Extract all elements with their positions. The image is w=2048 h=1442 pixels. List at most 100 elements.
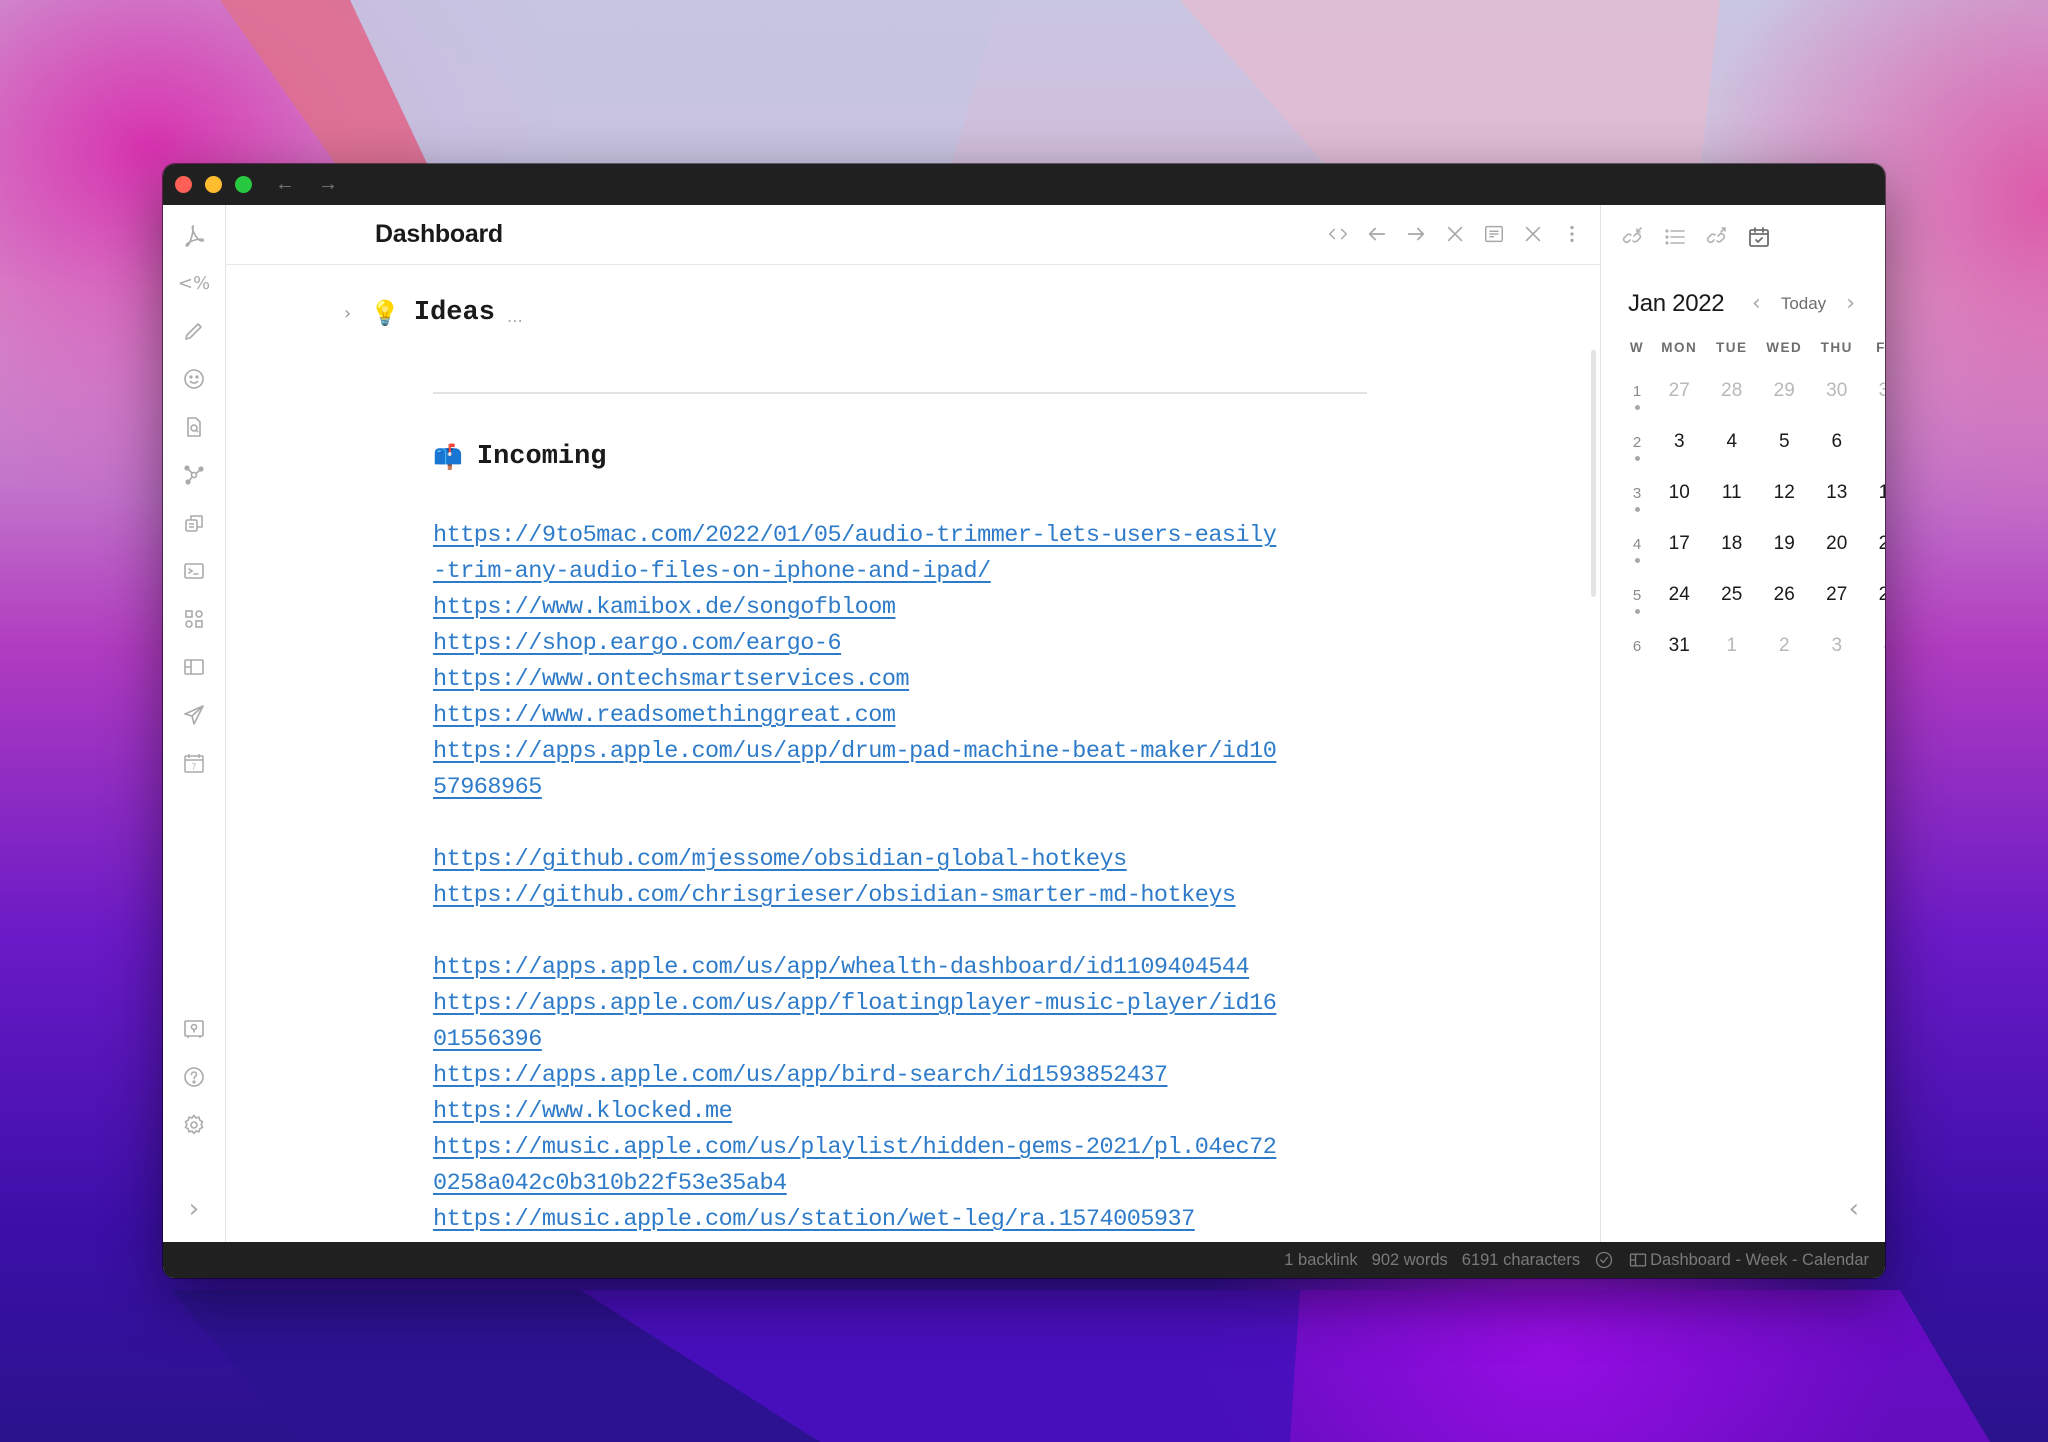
copy-pages-icon[interactable]	[182, 511, 206, 535]
apps-grid-icon[interactable]	[182, 607, 206, 631]
backlinks-icon[interactable]	[1619, 223, 1647, 251]
week-number[interactable]: 4	[1621, 528, 1653, 563]
calendar-day[interactable]: 31	[1863, 375, 1885, 402]
close-window-button[interactable]	[175, 176, 192, 193]
reading-view-icon[interactable]	[1481, 221, 1506, 246]
calendar-day[interactable]: 21	[1863, 528, 1885, 555]
terminal-icon[interactable]	[182, 559, 206, 583]
url-link[interactable]: https://shop.eargo.com/eargo-6	[433, 626, 1373, 662]
back-arrow-icon[interactable]	[1364, 221, 1389, 246]
calendar-day[interactable]: 3	[1811, 630, 1864, 657]
note-content[interactable]: › 💡 Ideas … 📫 Incoming https://9to5mac.c…	[226, 265, 1600, 1242]
calendar-day[interactable]: 29	[1758, 375, 1811, 402]
url-link[interactable]: https://music.apple.com/us/station/wet-l…	[433, 1202, 1373, 1238]
file-search-icon[interactable]	[182, 415, 206, 439]
url-link[interactable]: 57968965	[433, 770, 1373, 806]
url-link[interactable]: https://www.klocked.me	[433, 1094, 1373, 1130]
url-link[interactable]: -trim-any-audio-files-on-iphone-and-ipad…	[433, 554, 1373, 590]
week-number[interactable]: 2	[1621, 426, 1653, 461]
calendar-day[interactable]: 27	[1811, 579, 1864, 606]
workspace-layout-label: Dashboard - Week - Calendar	[1650, 1250, 1869, 1269]
next-month-button[interactable]: ›	[1846, 291, 1855, 316]
url-link[interactable]: 01556396	[433, 1022, 1373, 1058]
code-icon[interactable]	[1325, 221, 1350, 246]
url-link[interactable]: https://www.kamibox.de/songofbloom	[433, 590, 1373, 626]
week-number[interactable]: 1	[1621, 375, 1653, 410]
fold-chevron-icon[interactable]: ›	[344, 303, 362, 324]
close-pane-icon[interactable]	[1520, 221, 1545, 246]
template-percent-icon[interactable]: <%	[178, 271, 210, 295]
today-button[interactable]: Today	[1781, 294, 1826, 314]
url-link[interactable]: https://www.ontechsmartservices.com	[433, 662, 1373, 698]
weekday-header: FRI	[1876, 340, 1885, 355]
calendar-day[interactable]: 20	[1811, 528, 1864, 555]
calendar-day[interactable]: 17	[1653, 528, 1706, 555]
arrow-right-icon[interactable]: →	[318, 172, 338, 196]
calendar-day[interactable]: 18	[1706, 528, 1759, 555]
url-link[interactable]: https://apps.apple.com/us/app/whealth-da…	[433, 950, 1373, 986]
workspace-layout[interactable]: Dashboard - Week - Calendar	[1628, 1250, 1869, 1270]
calendar-day[interactable]: 31	[1653, 630, 1706, 657]
maximize-window-button[interactable]	[235, 176, 252, 193]
help-icon[interactable]	[182, 1065, 206, 1089]
url-link[interactable]: https://www.readsomethinggreat.com	[433, 698, 1373, 734]
calendar-day[interactable]: 2	[1758, 630, 1811, 657]
folded-marker[interactable]: …	[507, 307, 523, 326]
calendar-day[interactable]: 12	[1758, 477, 1811, 504]
pdf-icon[interactable]	[182, 223, 206, 247]
calendar-day[interactable]: 6	[1811, 426, 1864, 453]
calendar-day[interactable]: 24	[1653, 579, 1706, 606]
calendar-day[interactable]: 26	[1758, 579, 1811, 606]
url-link[interactable]: 0258a042c0b310b22f53e35ab4	[433, 1166, 1373, 1202]
calendar-day[interactable]: 1	[1706, 630, 1759, 657]
calendar-day[interactable]: 4	[1706, 426, 1759, 453]
graph-icon[interactable]	[182, 463, 206, 487]
vault-icon[interactable]	[182, 1017, 206, 1041]
settings-icon[interactable]	[182, 1113, 206, 1137]
check-circle-icon[interactable]	[1594, 1250, 1614, 1270]
url-link[interactable]: https://github.com/chrisgrieser/obsidian…	[433, 878, 1373, 914]
calendar-day[interactable]: 4	[1863, 630, 1885, 657]
url-link[interactable]: https://9to5mac.com/2022/01/05/audio-tri…	[433, 518, 1373, 554]
layout-icon[interactable]	[182, 655, 206, 679]
previous-month-button[interactable]: ‹	[1752, 291, 1761, 316]
calendar-day[interactable]: 28	[1863, 579, 1885, 606]
url-link[interactable]: https://apps.apple.com/us/app/floatingpl…	[433, 986, 1373, 1022]
calendar-day[interactable]: 7	[1863, 426, 1885, 453]
url-link[interactable]: https://apps.apple.com/us/app/bird-searc…	[433, 1058, 1373, 1094]
pencil-icon[interactable]	[182, 319, 206, 343]
calendar-day[interactable]: 25	[1706, 579, 1759, 606]
send-icon[interactable]	[182, 703, 206, 727]
backlink-count[interactable]: 1 backlink	[1284, 1251, 1357, 1270]
calendar-day[interactable]: 28	[1706, 375, 1759, 402]
more-options-icon[interactable]	[1559, 221, 1584, 246]
smiley-icon[interactable]	[182, 367, 206, 391]
calendar-7-icon[interactable]: 7	[182, 751, 206, 775]
outline-icon[interactable]	[1661, 223, 1689, 251]
calendar-day[interactable]: 3	[1653, 426, 1706, 453]
week-number[interactable]: 5	[1621, 579, 1653, 614]
calendar-day[interactable]: 27	[1653, 375, 1706, 402]
url-link[interactable]: https://apps.apple.com/us/app/drum-pad-m…	[433, 734, 1373, 770]
outgoing-links-icon[interactable]	[1703, 223, 1731, 251]
scrollbar[interactable]	[1591, 350, 1596, 597]
calendar-day[interactable]: 19	[1758, 528, 1811, 555]
calendar-check-icon[interactable]	[1745, 223, 1773, 251]
calendar-day[interactable]: 30	[1811, 375, 1864, 402]
chevron-right-icon[interactable]: ›	[182, 1194, 206, 1224]
calendar-day[interactable]: 10	[1653, 477, 1706, 504]
calendar-day[interactable]: 13	[1811, 477, 1864, 504]
close-icon[interactable]	[1442, 221, 1467, 246]
forward-arrow-icon[interactable]	[1403, 221, 1428, 246]
week-number[interactable]: 3	[1621, 477, 1653, 512]
url-link[interactable]: https://music.apple.com/us/playlist/hidd…	[433, 1130, 1373, 1166]
calendar-day[interactable]: 11	[1706, 477, 1759, 504]
collapse-sidebar-icon[interactable]: ‹	[1849, 1194, 1859, 1224]
calendar-day[interactable]: 5	[1758, 426, 1811, 453]
url-link[interactable]: https://github.com/mjessome/obsidian-glo…	[433, 842, 1373, 878]
page-title[interactable]: Dashboard	[375, 220, 503, 249]
minimize-window-button[interactable]	[205, 176, 222, 193]
calendar-day[interactable]: 14	[1863, 477, 1885, 504]
arrow-left-icon[interactable]: ←	[275, 172, 295, 196]
week-number[interactable]: 6	[1621, 630, 1653, 655]
